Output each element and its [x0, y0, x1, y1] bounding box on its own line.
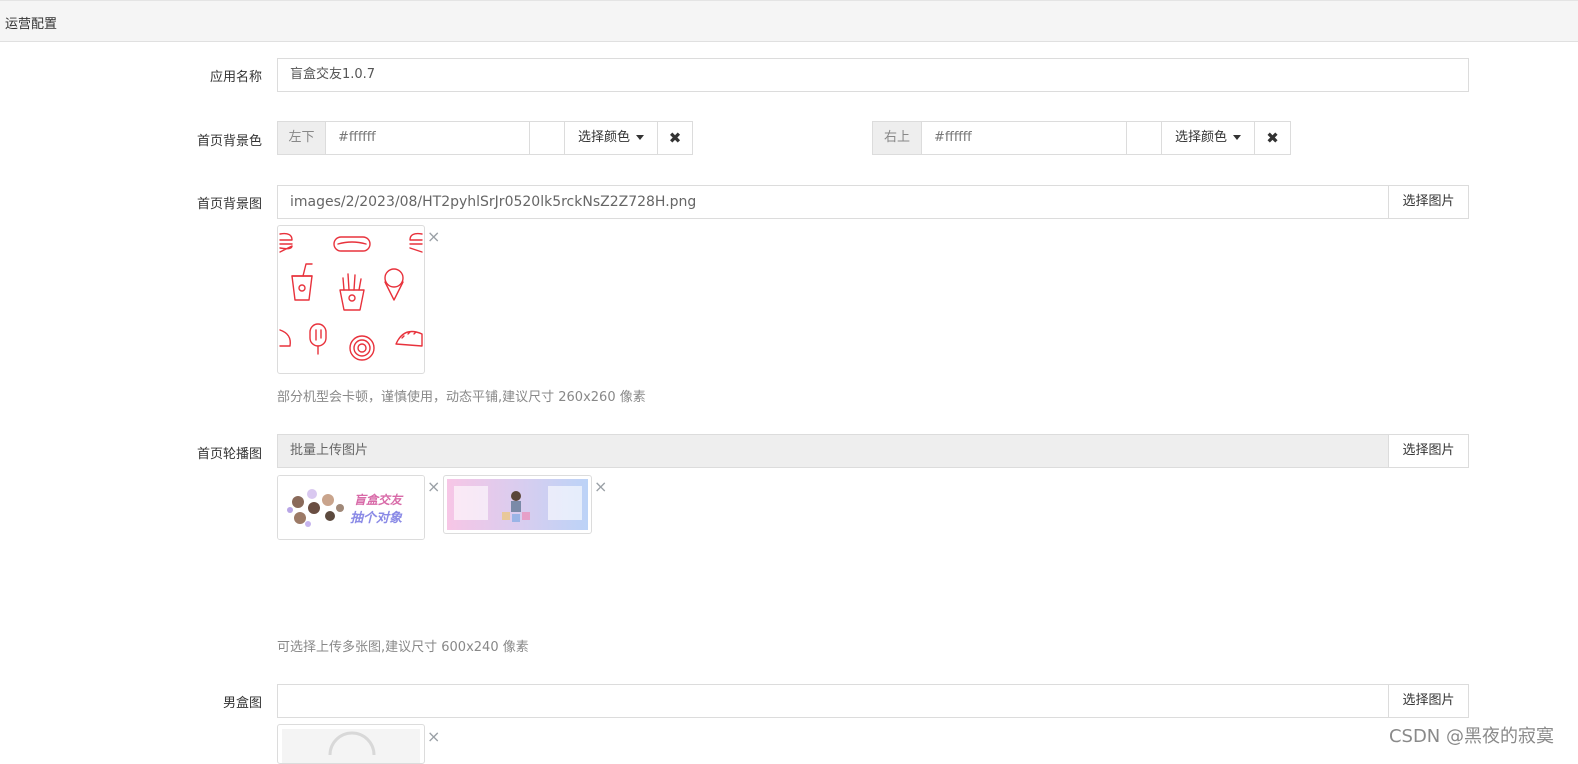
pick-color-label: 选择颜色: [577, 130, 630, 145]
remove-male-box-image-icon[interactable]: ×: [427, 729, 440, 745]
top-right-color-input[interactable]: #ffffff: [921, 121, 1127, 155]
home-carousel-help: 可选择上传多张图,建议尺寸 600x240 像素: [277, 640, 529, 655]
home-bg-color-label: 首页背景色: [196, 134, 262, 149]
bottom-left-addon: 左下: [277, 121, 326, 155]
male-box-image-label: 男盒图: [222, 696, 262, 711]
top-right-color-swatch: [1126, 121, 1162, 155]
home-carousel-select-button[interactable]: 选择图片: [1388, 434, 1469, 468]
bottom-left-color-swatch: [529, 121, 565, 155]
carousel-text-2: 抽个对象: [350, 510, 403, 526]
bottom-left-clear-button[interactable]: ✖: [657, 121, 693, 155]
image-placeholder-icon: [282, 729, 420, 763]
home-bg-image-help: 部分机型会卡顿，谨慎使用，动态平铺,建议尺寸 260x260 像素: [277, 390, 646, 405]
home-bg-image-path-input[interactable]: images/2/2023/08/HT2pyhlSrJr0520lk5rckNs…: [277, 185, 1389, 219]
male-box-image-thumbnail[interactable]: [277, 724, 425, 764]
top-right-addon: 右上: [872, 121, 922, 155]
remove-carousel-2-icon[interactable]: ×: [594, 479, 607, 495]
male-box-image-path-input[interactable]: [277, 684, 1389, 718]
home-carousel-batch-input[interactable]: 批量上传图片: [277, 434, 1389, 468]
bottom-left-color-input[interactable]: #ffffff: [325, 121, 530, 155]
home-bg-image-select-button[interactable]: 选择图片: [1388, 185, 1469, 219]
watermark: CSDN @黑夜的寂寞: [1388, 726, 1554, 747]
home-bg-image-label: 首页背景图: [196, 197, 262, 212]
remove-carousel-1-icon[interactable]: ×: [427, 479, 440, 495]
top-right-clear-button[interactable]: ✖: [1254, 121, 1291, 155]
remove-bg-image-icon[interactable]: ×: [427, 229, 440, 245]
food-pattern-icon: [279, 232, 423, 361]
home-bg-image-thumbnail[interactable]: [277, 225, 425, 374]
carousel-banner-image: 盲盒交友 抽个对象: [278, 476, 424, 539]
caret-down-icon: [636, 135, 644, 140]
bottom-left-pick-color-button[interactable]: 选择颜色: [564, 121, 658, 155]
app-name-input[interactable]: 盲盒交友1.0.7: [277, 58, 1469, 92]
page-header: 运营配置: [0, 0, 1578, 42]
carousel-banner-image: [447, 479, 588, 530]
app-name-label: 应用名称: [209, 70, 262, 85]
carousel-thumbnail-1[interactable]: 盲盒交友 抽个对象: [277, 475, 425, 540]
carousel-text-1: 盲盒交友: [354, 493, 404, 507]
close-icon: ✖: [668, 129, 682, 147]
top-right-pick-color-button[interactable]: 选择颜色: [1161, 121, 1255, 155]
male-box-image-select-button[interactable]: 选择图片: [1388, 684, 1469, 718]
caret-down-icon: [1233, 135, 1241, 140]
home-carousel-label: 首页轮播图: [196, 447, 262, 462]
close-icon: ✖: [1266, 129, 1279, 147]
page-title: 运营配置: [5, 17, 58, 32]
pick-color-label: 选择颜色: [1174, 130, 1227, 145]
carousel-thumbnail-2[interactable]: [443, 475, 592, 534]
